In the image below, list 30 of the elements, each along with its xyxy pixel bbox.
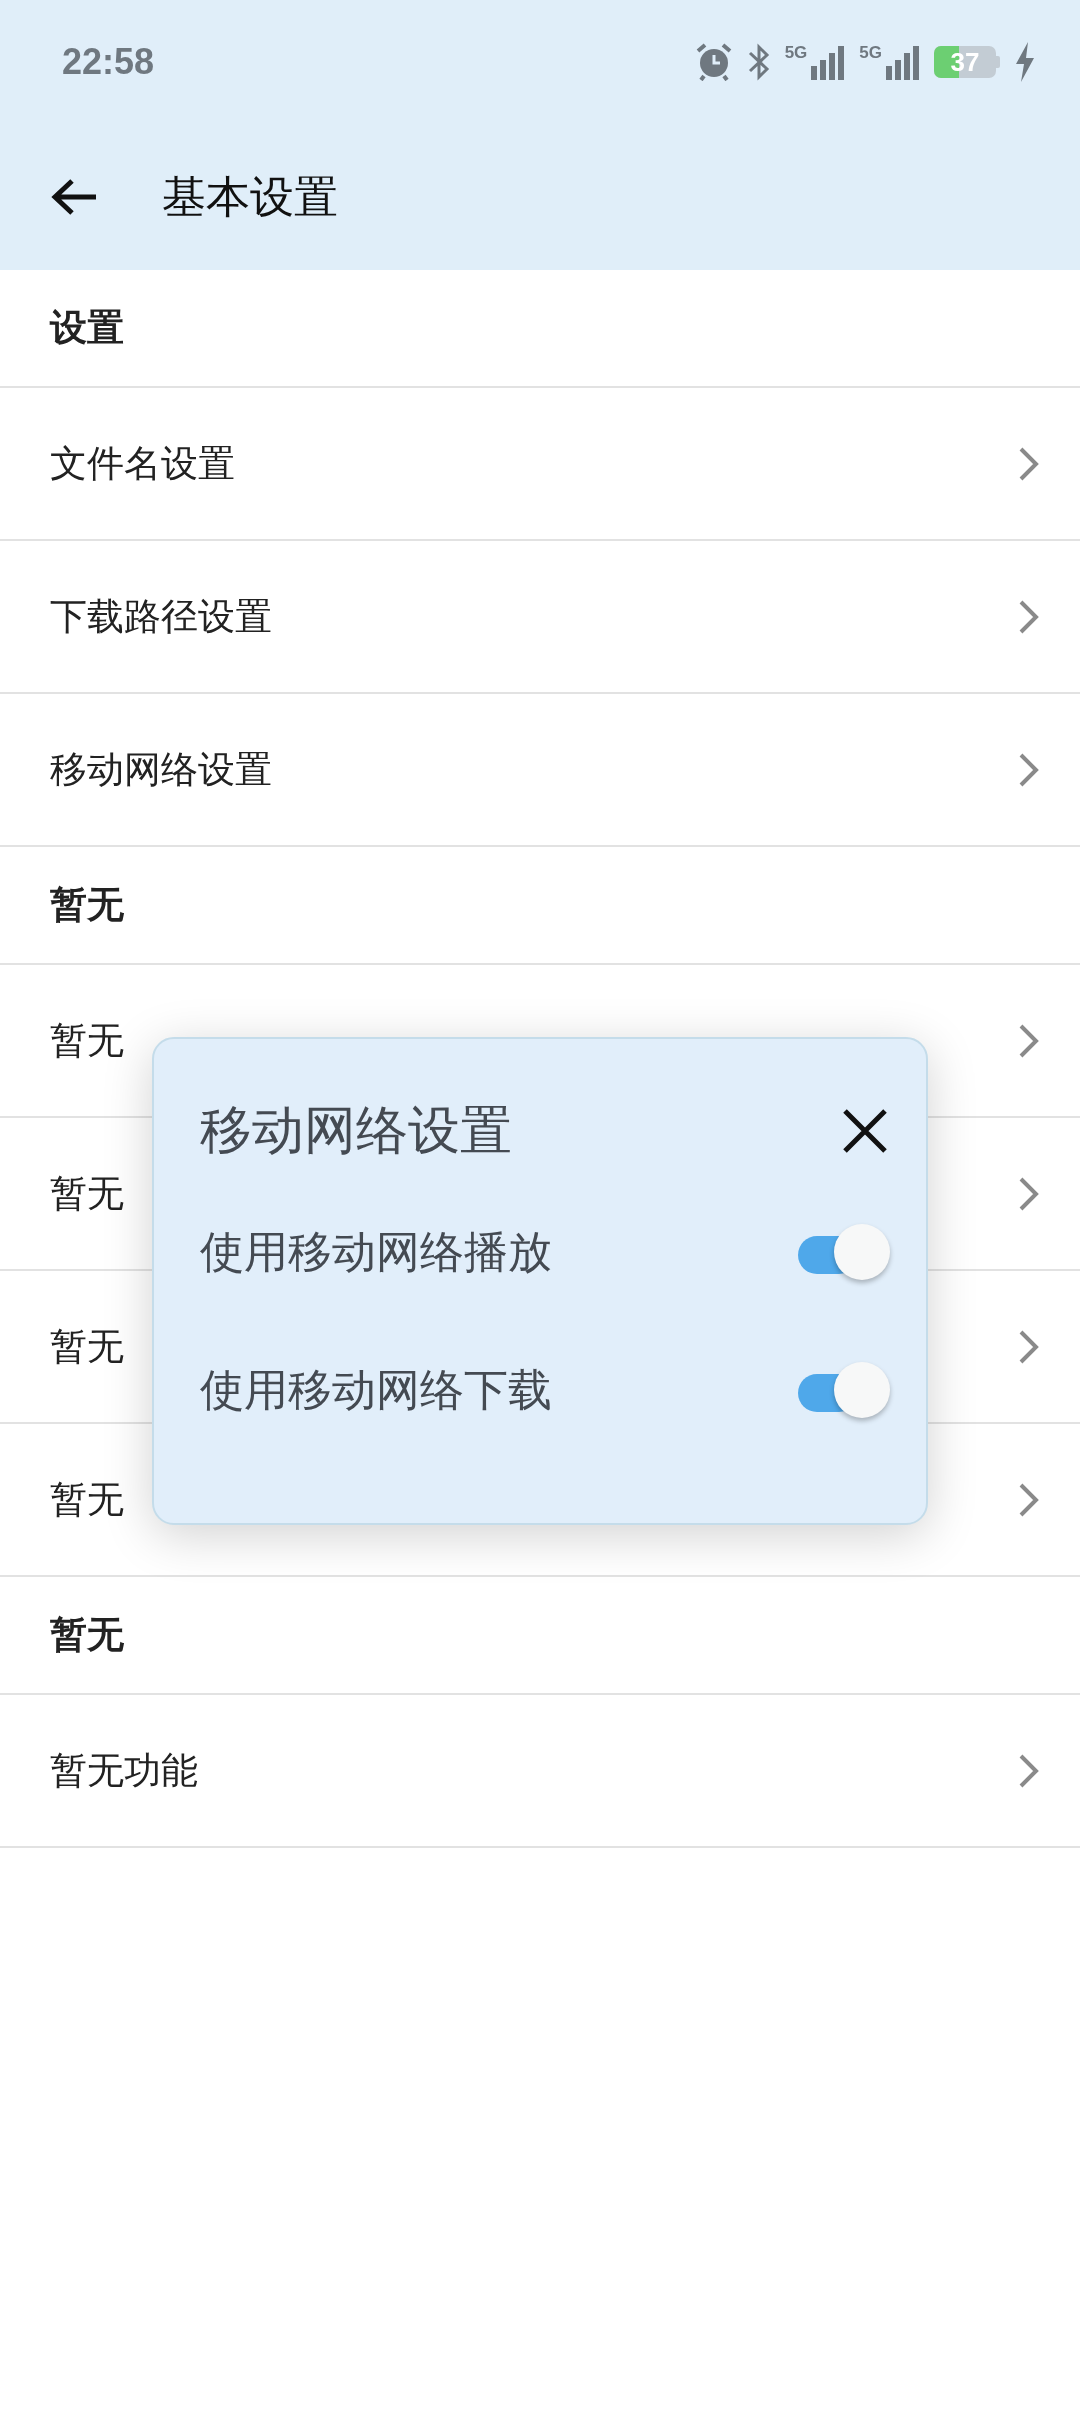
chevron-right-icon	[1018, 1022, 1040, 1059]
chevron-right-icon	[1018, 1175, 1040, 1212]
back-arrow-icon[interactable]	[50, 177, 98, 217]
chevron-right-icon	[1018, 1752, 1040, 1789]
dialog-title: 移动网络设置	[200, 1099, 513, 1162]
clock-time: 22:58	[62, 41, 155, 83]
section-header: 设置	[50, 305, 124, 351]
network-type: 5G	[859, 44, 882, 61]
settings-item[interactable]: 文件名设置	[0, 388, 1080, 541]
chevron-right-icon	[1018, 1481, 1040, 1518]
chevron-right-icon	[1018, 598, 1040, 635]
chevron-right-icon	[1018, 751, 1040, 788]
chevron-right-icon	[1018, 445, 1040, 482]
signal-icon	[809, 44, 846, 80]
section-header: 暂无	[50, 882, 124, 928]
toggle-label: 使用移动网络播放	[200, 1224, 553, 1279]
signal-icon	[884, 44, 920, 80]
chevron-right-icon	[1018, 1328, 1040, 1365]
settings-item[interactable]: 移动网络设置	[0, 694, 1080, 847]
page-title: 基本设置	[162, 169, 338, 224]
section-header: 暂无	[50, 1612, 124, 1658]
settings-item[interactable]: 下载路径设置	[0, 541, 1080, 694]
toggle-label: 使用移动网络下载	[200, 1362, 553, 1417]
alarm-icon	[694, 43, 733, 81]
settings-item[interactable]: 暂无功能	[0, 1695, 1080, 1848]
toggle-switch[interactable]	[798, 1362, 890, 1418]
network-type: 5G	[784, 44, 808, 61]
bluetooth-icon	[746, 42, 771, 82]
charging-icon	[1014, 42, 1036, 82]
toggle-switch[interactable]	[798, 1224, 890, 1280]
